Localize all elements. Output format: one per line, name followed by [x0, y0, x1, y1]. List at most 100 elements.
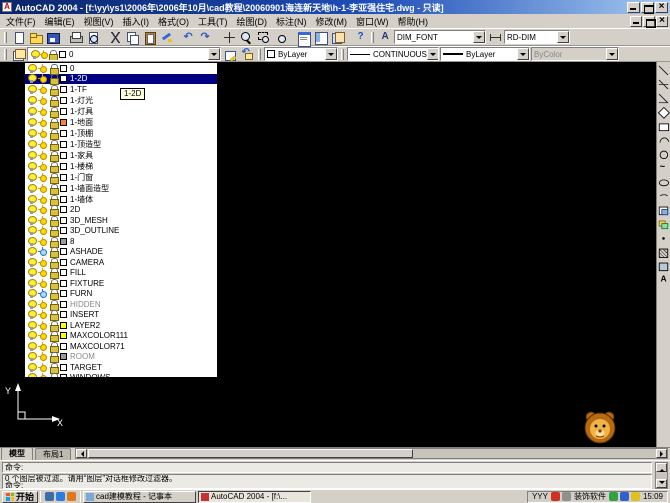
- layer-freeze-icon[interactable]: [38, 96, 47, 105]
- polygon-icon[interactable]: [658, 107, 669, 117]
- layer-row[interactable]: 0: [25, 63, 217, 74]
- text-style-combo[interactable]: DIM_FONT: [394, 30, 486, 44]
- layer-lock-icon[interactable]: [49, 268, 58, 277]
- layer-on-icon[interactable]: [27, 237, 36, 246]
- circle-icon[interactable]: [658, 149, 669, 159]
- maximize-button[interactable]: [641, 2, 654, 13]
- layer-on-icon[interactable]: [27, 258, 36, 267]
- layer-color-swatch[interactable]: [60, 119, 67, 126]
- chevron-down-icon[interactable]: [325, 48, 337, 60]
- layer-on-icon[interactable]: [27, 226, 36, 235]
- layer-color-swatch[interactable]: [60, 152, 67, 159]
- toolbar-grip[interactable]: [258, 49, 261, 60]
- layer-on-icon[interactable]: [27, 205, 36, 214]
- layer-lock-icon[interactable]: [49, 96, 58, 105]
- scrollbar-thumb[interactable]: [88, 449, 413, 458]
- layer-on-icon[interactable]: [27, 85, 36, 94]
- scroll-down-icon[interactable]: [656, 479, 667, 488]
- layer-row[interactable]: HIDDEN: [25, 299, 217, 310]
- layer-row[interactable]: 1-楼梯: [25, 161, 217, 172]
- dim-style-combo[interactable]: RD-DIM: [504, 30, 570, 44]
- layer-freeze-icon[interactable]: [38, 173, 47, 182]
- cut-icon[interactable]: [107, 30, 123, 45]
- layer-on-icon[interactable]: [27, 64, 36, 73]
- layer-row[interactable]: 1-墙体: [25, 194, 217, 205]
- layer-on-icon[interactable]: [27, 363, 36, 372]
- layer-on-icon[interactable]: [27, 279, 36, 288]
- layer-lock-icon[interactable]: [49, 173, 58, 182]
- layer-lock-icon[interactable]: [49, 151, 58, 160]
- layer-color-swatch[interactable]: [60, 217, 67, 224]
- layer-row[interactable]: 1-家具: [25, 150, 217, 161]
- document-restore-button[interactable]: [643, 16, 655, 27]
- layer-color-swatch[interactable]: [60, 75, 67, 82]
- region-icon[interactable]: [658, 261, 669, 271]
- taskbar-task-button[interactable]: AutoCAD 2004 - [f:\...: [198, 491, 311, 503]
- menu-item[interactable]: 插入(I): [119, 14, 154, 29]
- layer-lock-icon[interactable]: [49, 140, 58, 149]
- layer-freeze-icon[interactable]: [38, 352, 47, 361]
- layer-row[interactable]: 3D_OUTLINE: [25, 226, 217, 237]
- layer-row[interactable]: INSERT: [25, 310, 217, 321]
- line-icon[interactable]: [658, 65, 669, 75]
- layer-freeze-icon[interactable]: [38, 74, 47, 83]
- designcenter-icon[interactable]: [312, 30, 328, 45]
- close-button[interactable]: [655, 2, 668, 13]
- layer-color-swatch[interactable]: [60, 141, 67, 148]
- layer-on-icon[interactable]: [27, 342, 36, 351]
- layer-on-icon[interactable]: [27, 162, 36, 171]
- mtext-icon[interactable]: [658, 275, 669, 285]
- layer-color-swatch[interactable]: [60, 196, 67, 203]
- layer-on-icon[interactable]: [27, 140, 36, 149]
- layer-on-icon[interactable]: [27, 268, 36, 277]
- scroll-left-icon[interactable]: [76, 449, 87, 458]
- layer-row[interactable]: 1-地面: [25, 117, 217, 128]
- menu-item[interactable]: 工具(T): [194, 14, 232, 29]
- layer-lock-icon[interactable]: [49, 107, 58, 116]
- layer-color-swatch[interactable]: [60, 311, 67, 318]
- rectangle-icon[interactable]: [658, 121, 669, 131]
- layer-lock-icon[interactable]: [49, 85, 58, 94]
- layer-on-icon[interactable]: [27, 107, 36, 116]
- media-player-icon[interactable]: [67, 492, 76, 501]
- layer-freeze-icon[interactable]: [38, 151, 47, 160]
- layer-lock-icon[interactable]: [49, 118, 58, 127]
- menu-item[interactable]: 编辑(E): [41, 14, 79, 29]
- layer-row[interactable]: 1-灯具: [25, 106, 217, 117]
- properties-icon[interactable]: [295, 30, 311, 45]
- layer-combo[interactable]: 0: [27, 47, 221, 61]
- layer-row[interactable]: 3D_MESH: [25, 215, 217, 226]
- pan-icon[interactable]: [221, 30, 237, 45]
- layer-freeze-icon[interactable]: [38, 258, 47, 267]
- layer-on-icon[interactable]: [27, 247, 36, 256]
- menu-item[interactable]: 窗口(W): [352, 14, 393, 29]
- layer-freeze-icon[interactable]: [38, 342, 47, 351]
- menu-item[interactable]: 修改(M): [312, 14, 352, 29]
- tray-yellow-icon[interactable]: [631, 492, 640, 501]
- layer-lock-icon[interactable]: [49, 279, 58, 288]
- chevron-down-icon[interactable]: [427, 48, 439, 60]
- tray-gray-icon[interactable]: [562, 492, 571, 501]
- chevron-down-icon[interactable]: [557, 31, 569, 43]
- tray-red-icon[interactable]: [551, 492, 560, 501]
- document-minimize-button[interactable]: [630, 16, 642, 27]
- layer-on-icon[interactable]: [27, 118, 36, 127]
- layer-row[interactable]: LAYER2: [25, 320, 217, 331]
- layer-color-swatch[interactable]: [60, 206, 67, 213]
- layer-row[interactable]: TARGET: [25, 362, 217, 373]
- layer-row[interactable]: 8: [25, 236, 217, 247]
- layer-on-icon[interactable]: [27, 129, 36, 138]
- polyline-icon[interactable]: [658, 93, 669, 103]
- arc-icon[interactable]: [658, 135, 669, 145]
- undo-icon[interactable]: [181, 30, 197, 45]
- layer-color-swatch[interactable]: [60, 65, 67, 72]
- color-combo[interactable]: ByLayer: [264, 47, 338, 61]
- layer-freeze-icon[interactable]: [38, 226, 47, 235]
- layer-freeze-icon[interactable]: [38, 85, 47, 94]
- layer-previous-icon[interactable]: [239, 47, 255, 62]
- chevron-down-icon[interactable]: [517, 48, 529, 60]
- spline-icon[interactable]: [658, 163, 669, 173]
- layer-row[interactable]: 1-2D: [25, 74, 217, 85]
- layer-on-icon[interactable]: [27, 331, 36, 340]
- chevron-down-icon[interactable]: [208, 48, 220, 60]
